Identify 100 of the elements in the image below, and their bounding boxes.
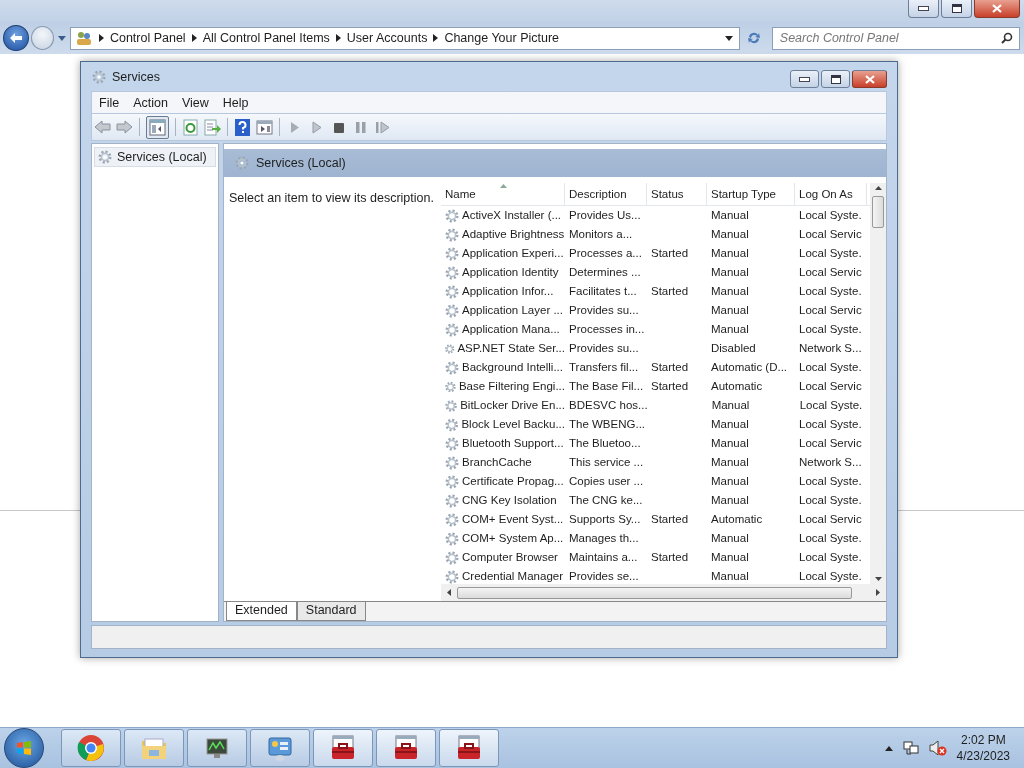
- horizontal-scrollbar[interactable]: [441, 584, 886, 601]
- service-name[interactable]: Application Experi...: [462, 246, 564, 261]
- table-cell-text: The Bluetoo...: [568, 436, 642, 451]
- maximize-icon: [830, 74, 841, 84]
- breadcrumb-item[interactable]: All Control Panel Items: [202, 31, 330, 45]
- service-name[interactable]: Application Mana...: [462, 322, 560, 337]
- service-name[interactable]: Bluetooth Support...: [462, 436, 564, 451]
- chevron-icon[interactable]: [335, 34, 341, 42]
- breadcrumb-item[interactable]: User Accounts: [346, 31, 428, 45]
- minimize-button[interactable]: [790, 70, 819, 88]
- service-name[interactable]: BitLocker Drive En...: [460, 398, 565, 413]
- close-button[interactable]: [852, 70, 887, 88]
- close-icon: [864, 74, 875, 84]
- table-cell-text: Manual: [710, 493, 750, 508]
- gear-icon: [444, 359, 460, 376]
- gear-icon: [234, 155, 250, 171]
- pane-title: Services (Local): [256, 156, 346, 170]
- menu-item[interactable]: File: [93, 95, 128, 110]
- breadcrumb-item[interactable]: Change Your Picture: [444, 31, 560, 45]
- chevron-icon[interactable]: [98, 34, 104, 42]
- service-name[interactable]: Base Filtering Engi...: [458, 379, 565, 394]
- service-name[interactable]: ASP.NET State Ser...: [457, 341, 565, 356]
- table-cell-text: Manages th...: [568, 531, 640, 546]
- tab[interactable]: Standard: [296, 602, 366, 621]
- scroll-up-icon[interactable]: [874, 186, 882, 190]
- taskbar-button[interactable]: [376, 729, 436, 767]
- tree-item[interactable]: Services (Local): [94, 147, 216, 167]
- service-name[interactable]: Credential Manager: [462, 569, 563, 584]
- network-icon[interactable]: [902, 740, 919, 756]
- column-header[interactable]: Status: [647, 183, 707, 205]
- taskbar-button[interactable]: [313, 729, 373, 767]
- service-name[interactable]: Block Level Backu...: [461, 417, 565, 432]
- column-header[interactable]: Startup Type: [707, 183, 795, 205]
- vertical-scrollbar[interactable]: [870, 183, 886, 584]
- window-title: Services: [112, 69, 160, 84]
- gear-icon: [444, 530, 460, 547]
- help-icon[interactable]: [234, 118, 251, 136]
- column-header[interactable]: Description: [565, 183, 647, 205]
- service-name[interactable]: Adaptive Brightness: [462, 227, 565, 242]
- service-name[interactable]: ActiveX Installer (...: [462, 208, 562, 223]
- tab[interactable]: Extended: [226, 602, 297, 621]
- table-cell-text: Local Syste.: [798, 398, 864, 413]
- menu-item[interactable]: View: [175, 95, 217, 110]
- menu-item[interactable]: Help: [216, 95, 257, 110]
- taskbar-button[interactable]: [439, 729, 499, 767]
- table-cell-text: Local Syste.: [798, 474, 863, 489]
- address-bar[interactable]: Control Panel All Control Panel Items User Accounts Change Your Picture: [69, 26, 741, 50]
- close-button[interactable]: [974, 0, 1020, 18]
- service-name[interactable]: BranchCache: [462, 455, 532, 470]
- table-cell-text: Automatic (D...: [710, 360, 789, 375]
- chevron-icon[interactable]: [191, 34, 197, 42]
- service-name[interactable]: COM+ Event Syst...: [462, 512, 564, 527]
- scroll-down-icon[interactable]: [874, 577, 882, 581]
- service-name[interactable]: Application Infor...: [462, 284, 554, 299]
- chevron-icon[interactable]: [433, 34, 439, 42]
- column-header[interactable]: Log On As: [795, 183, 867, 205]
- start-button[interactable]: [4, 728, 44, 768]
- gear-icon: [444, 321, 460, 338]
- show-tree-button[interactable]: [146, 115, 169, 139]
- service-name[interactable]: CNG Key Isolation: [462, 493, 557, 508]
- service-name[interactable]: Certificate Propag...: [462, 474, 564, 489]
- scroll-right-icon[interactable]: [876, 589, 880, 596]
- table-cell-text: Started: [650, 246, 690, 261]
- show-hidden-icons-button[interactable]: [884, 745, 893, 751]
- toolbox-icon: [329, 734, 357, 762]
- table-cell-text: Manual: [710, 246, 750, 261]
- table-cell-text: Maintains a...: [568, 550, 639, 565]
- table-cell-text: Manual: [710, 474, 750, 489]
- service-name[interactable]: COM+ System Ap...: [462, 531, 564, 546]
- service-name[interactable]: Computer Browser: [462, 550, 558, 565]
- export-icon[interactable]: [204, 118, 221, 136]
- refresh-icon[interactable]: [182, 118, 199, 136]
- scroll-thumb[interactable]: [872, 196, 884, 228]
- back-button[interactable]: [3, 25, 29, 51]
- properties-icon[interactable]: [256, 118, 273, 136]
- column-header[interactable]: Name: [441, 183, 565, 205]
- maximize-button[interactable]: [941, 0, 972, 18]
- table-cell-text: Processes a...: [568, 246, 643, 261]
- search-icon[interactable]: [1001, 32, 1013, 44]
- table-cell-text: Started: [650, 550, 690, 565]
- maximize-button[interactable]: [821, 70, 850, 88]
- scroll-left-icon[interactable]: [447, 589, 451, 596]
- clock[interactable]: 2:02 PM 4/23/2023: [956, 732, 1010, 764]
- close-icon: [992, 4, 1002, 13]
- taskbar-button[interactable]: [187, 729, 247, 767]
- table-cell-text: Local Servic: [798, 303, 863, 318]
- search-field[interactable]: Search Control Panel: [771, 26, 1020, 50]
- breadcrumb-item[interactable]: Control Panel: [109, 31, 186, 45]
- service-name[interactable]: Background Intelli...: [462, 360, 563, 375]
- minimize-button[interactable]: [908, 0, 939, 18]
- service-name[interactable]: Application Identity: [462, 265, 559, 280]
- scroll-thumb[interactable]: [457, 586, 852, 599]
- table-cell-text: Manual: [710, 550, 750, 565]
- speaker-muted-icon[interactable]: [928, 740, 947, 756]
- service-name[interactable]: Application Layer ...: [462, 303, 563, 318]
- dropdown-arrow-icon[interactable]: [725, 35, 734, 41]
- sort-arrow-icon: [500, 184, 508, 188]
- menu-item[interactable]: Action: [127, 95, 176, 110]
- table-cell-text: Local Syste.: [798, 246, 863, 261]
- table-cell-text: Started: [650, 512, 690, 527]
